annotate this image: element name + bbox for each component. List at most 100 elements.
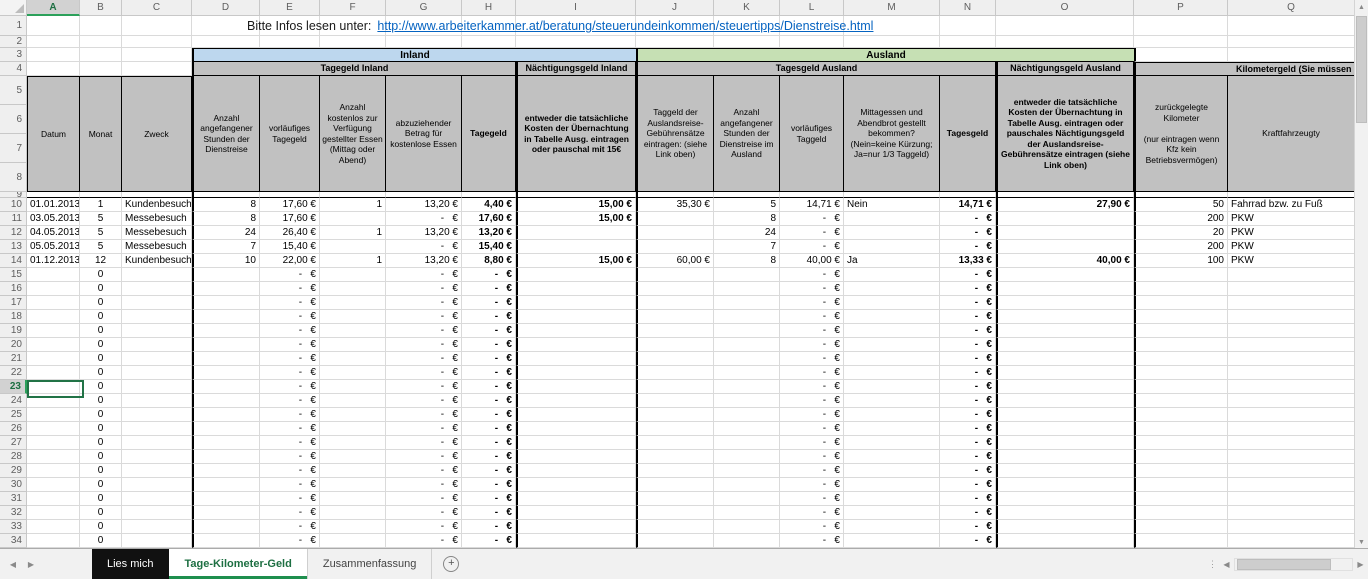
sheet-tab-lies-mich[interactable]: Lies mich (92, 549, 169, 579)
cell-L34[interactable]: - € (780, 534, 844, 548)
cell-P20[interactable] (1134, 338, 1228, 352)
cell-Q20[interactable] (1228, 338, 1355, 352)
cell-C31[interactable] (122, 492, 192, 506)
cell-G25[interactable]: - € (386, 408, 462, 422)
cell-B4[interactable] (80, 62, 122, 76)
cell-M28[interactable] (844, 450, 940, 464)
cell-I14[interactable]: 15,00 € (516, 254, 636, 268)
cell-Q14[interactable]: PKW (1228, 254, 1355, 268)
cell-M15[interactable] (844, 268, 940, 282)
cell-A31[interactable] (27, 492, 80, 506)
column-header-O[interactable]: O (996, 0, 1134, 16)
row-header-11[interactable]: 11 (0, 212, 27, 226)
cell-K30[interactable] (714, 478, 780, 492)
cell-I19[interactable] (516, 324, 636, 338)
cell-K16[interactable] (714, 282, 780, 296)
cell-I10[interactable]: 15,00 € (516, 198, 636, 212)
cell-O31[interactable] (996, 492, 1134, 506)
cell-A26[interactable] (27, 422, 80, 436)
column-header-A[interactable]: A (27, 0, 80, 16)
cell-J2[interactable] (636, 36, 714, 48)
cell-J27[interactable] (636, 436, 714, 450)
cell-O20[interactable] (996, 338, 1134, 352)
cell-F18[interactable] (320, 310, 386, 324)
vertical-scrollbar-track[interactable] (1355, 14, 1368, 535)
cell-F33[interactable] (320, 520, 386, 534)
cell-A10[interactable]: 01.01.2013 (27, 198, 80, 212)
cell-I17[interactable] (516, 296, 636, 310)
cell-P29[interactable] (1134, 464, 1228, 478)
horizontal-scrollbar-thumb[interactable] (1237, 559, 1331, 570)
add-sheet-button[interactable]: + (438, 549, 464, 579)
cell-M32[interactable] (844, 506, 940, 520)
cell-P23[interactable] (1134, 380, 1228, 394)
column-header-L[interactable]: L (780, 0, 844, 16)
cell-E20[interactable]: - € (260, 338, 320, 352)
cell-N15[interactable]: - € (940, 268, 996, 282)
cell-Q10[interactable]: Fahrrad bzw. zu Fuß (1228, 198, 1355, 212)
cell-J17[interactable] (636, 296, 714, 310)
cell-I28[interactable] (516, 450, 636, 464)
cell-K23[interactable] (714, 380, 780, 394)
cell-O17[interactable] (996, 296, 1134, 310)
cell-F29[interactable] (320, 464, 386, 478)
cell-L26[interactable]: - € (780, 422, 844, 436)
field-header-G[interactable]: abzuziehender Betrag für kostenlose Esse… (386, 76, 462, 192)
cell-I31[interactable] (516, 492, 636, 506)
cell-F12[interactable]: 1 (320, 226, 386, 240)
cell-Q25[interactable] (1228, 408, 1355, 422)
column-header-K[interactable]: K (714, 0, 780, 16)
cell-J11[interactable] (636, 212, 714, 226)
cell-D21[interactable] (192, 352, 260, 366)
tab-nav-left-icon[interactable] (4, 549, 22, 579)
cell-E32[interactable]: - € (260, 506, 320, 520)
cell-H2[interactable] (462, 36, 516, 48)
cell-L12[interactable]: - € (780, 226, 844, 240)
sheet-tab-zusammenfassung[interactable]: Zusammenfassung (308, 549, 433, 579)
cell-N13[interactable]: - € (940, 240, 996, 254)
cell-Q3[interactable] (1228, 48, 1355, 62)
cell-O21[interactable] (996, 352, 1134, 366)
cell-O30[interactable] (996, 478, 1134, 492)
cell-G17[interactable]: - € (386, 296, 462, 310)
cell-H33[interactable]: - € (462, 520, 516, 534)
cell-E10[interactable]: 17,60 € (260, 198, 320, 212)
cell-O11[interactable] (996, 212, 1134, 226)
row-header-2[interactable]: 2 (0, 36, 27, 48)
cell-E17[interactable]: - € (260, 296, 320, 310)
cell-E24[interactable]: - € (260, 394, 320, 408)
cell-I15[interactable] (516, 268, 636, 282)
cell-H18[interactable]: - € (462, 310, 516, 324)
cell-O23[interactable] (996, 380, 1134, 394)
cell-C27[interactable] (122, 436, 192, 450)
cell-G23[interactable]: - € (386, 380, 462, 394)
cell-M29[interactable] (844, 464, 940, 478)
cell-F17[interactable] (320, 296, 386, 310)
field-header-B[interactable]: Monat (80, 76, 122, 192)
cell-B14[interactable]: 12 (80, 254, 122, 268)
cell-Q18[interactable] (1228, 310, 1355, 324)
cell-O22[interactable] (996, 366, 1134, 380)
cell-D32[interactable] (192, 506, 260, 520)
cell-C21[interactable] (122, 352, 192, 366)
row-header-7[interactable]: 7 (0, 134, 27, 163)
cell-O13[interactable] (996, 240, 1134, 254)
cell-L22[interactable]: - € (780, 366, 844, 380)
field-header-H[interactable]: Tagegeld (462, 76, 516, 192)
cell-P2[interactable] (1134, 36, 1228, 48)
cell-P26[interactable] (1134, 422, 1228, 436)
cell-L19[interactable]: - € (780, 324, 844, 338)
cell-O25[interactable] (996, 408, 1134, 422)
field-header-N[interactable]: Tagesgeld (940, 76, 996, 192)
cell-B30[interactable]: 0 (80, 478, 122, 492)
cell-K33[interactable] (714, 520, 780, 534)
cell-Q24[interactable] (1228, 394, 1355, 408)
cell-A13[interactable]: 05.05.2013 (27, 240, 80, 254)
column-header-F[interactable]: F (320, 0, 386, 16)
cell-M33[interactable] (844, 520, 940, 534)
cell-B18[interactable]: 0 (80, 310, 122, 324)
cell-Q12[interactable]: PKW (1228, 226, 1355, 240)
cell-J16[interactable] (636, 282, 714, 296)
cell-F10[interactable]: 1 (320, 198, 386, 212)
group-header-I[interactable]: Nächtigungsgeld Inland (516, 62, 636, 76)
